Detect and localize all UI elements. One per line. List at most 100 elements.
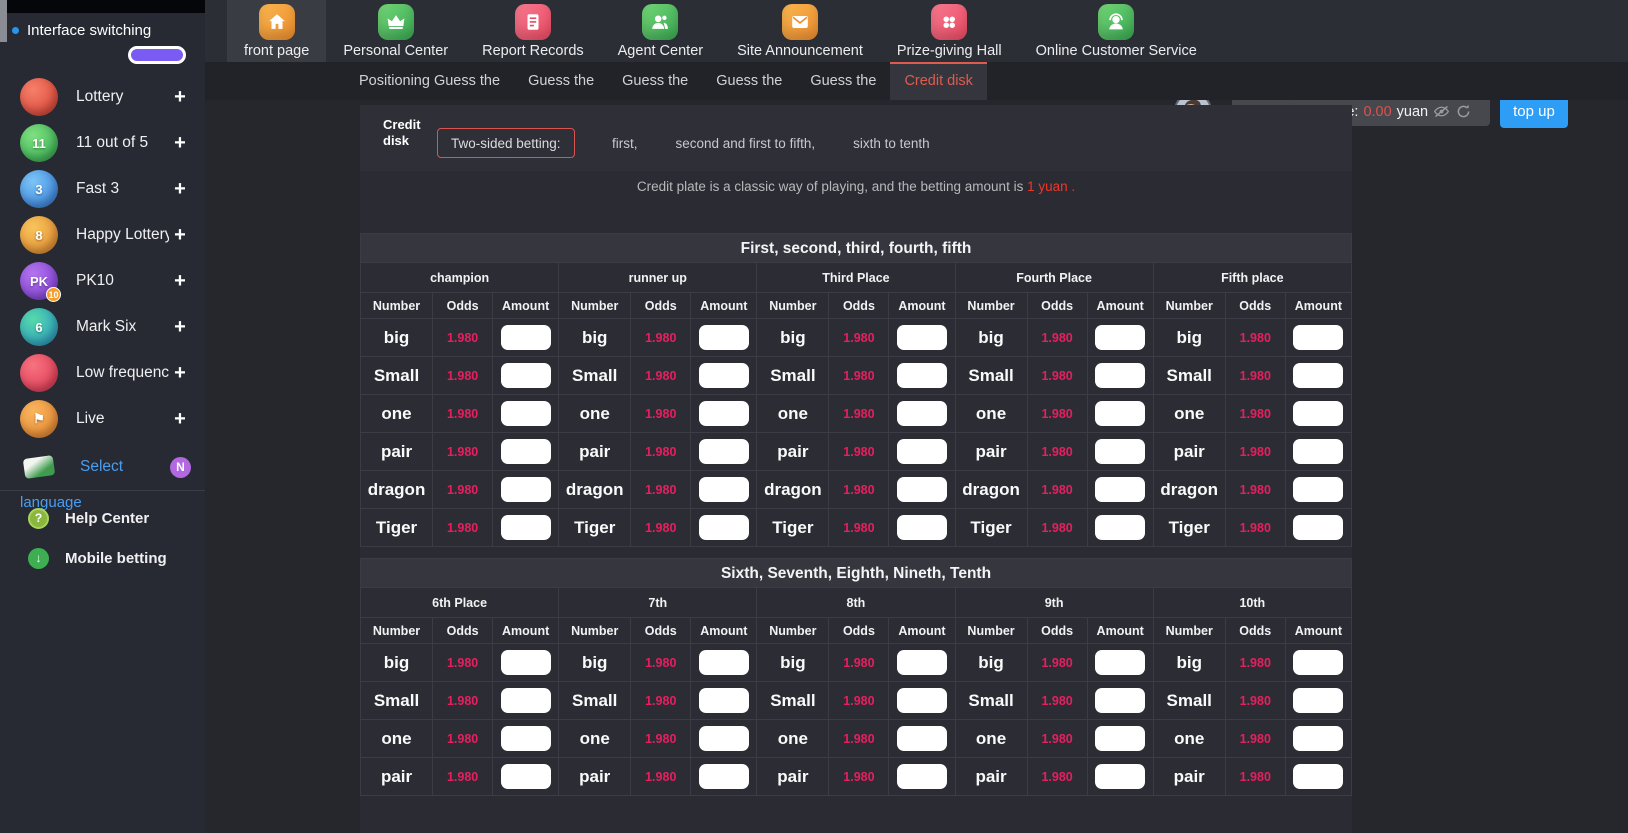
amount-input[interactable] xyxy=(1095,401,1145,426)
bet-number-runner-up-tiger[interactable]: Tiger xyxy=(559,509,631,547)
bet-number-6th-place-big[interactable]: big xyxy=(361,644,433,682)
amount-input[interactable] xyxy=(699,726,749,751)
amount-input[interactable] xyxy=(897,726,947,751)
bet-number-8th-small[interactable]: Small xyxy=(757,682,829,720)
amount-input[interactable] xyxy=(501,439,551,464)
plus-icon[interactable]: + xyxy=(169,178,191,201)
bet-option-second-and-first-to-fifth[interactable]: second and first to fifth, xyxy=(676,136,816,151)
subnav-tab-credit-disk-5[interactable]: Credit disk xyxy=(890,62,987,100)
bet-number-10th-pair[interactable]: pair xyxy=(1153,758,1225,796)
sidebar-item-low-frequency[interactable]: Low frequency+ xyxy=(0,350,205,396)
bet-number-9th-one[interactable]: one xyxy=(955,720,1027,758)
plus-icon[interactable]: + xyxy=(169,408,191,431)
amount-input[interactable] xyxy=(1293,401,1343,426)
bet-number-fourth-place-pair[interactable]: pair xyxy=(955,433,1027,471)
amount-input[interactable] xyxy=(1293,650,1343,675)
amount-input[interactable] xyxy=(1095,363,1145,388)
subnav-tab-guess-the-1[interactable]: Guess the xyxy=(514,62,608,100)
amount-input[interactable] xyxy=(897,764,947,789)
bet-number-6th-place-one[interactable]: one xyxy=(361,720,433,758)
bet-number-fifth-place-tiger[interactable]: Tiger xyxy=(1153,509,1225,547)
amount-input[interactable] xyxy=(897,363,947,388)
amount-input[interactable] xyxy=(501,688,551,713)
amount-input[interactable] xyxy=(501,726,551,751)
amount-input[interactable] xyxy=(501,650,551,675)
bet-option-first[interactable]: first, xyxy=(612,136,638,151)
sidebar-item-live[interactable]: ⚑Live+ xyxy=(0,396,205,442)
bet-number-runner-up-pair[interactable]: pair xyxy=(559,433,631,471)
amount-input[interactable] xyxy=(1095,325,1145,350)
bet-number-10th-big[interactable]: big xyxy=(1153,644,1225,682)
bet-number-8th-one[interactable]: one xyxy=(757,720,829,758)
bet-number-fourth-place-big[interactable]: big xyxy=(955,319,1027,357)
amount-input[interactable] xyxy=(1095,439,1145,464)
plus-icon[interactable]: + xyxy=(169,316,191,339)
nav-item-report-records[interactable]: Report Records xyxy=(465,0,601,62)
interface-toggle[interactable] xyxy=(128,46,186,64)
bet-number-8th-big[interactable]: big xyxy=(757,644,829,682)
bet-number-9th-small[interactable]: Small xyxy=(955,682,1027,720)
sidebar-item-mark-six[interactable]: 6Mark Six+ xyxy=(0,304,205,350)
amount-input[interactable] xyxy=(1293,688,1343,713)
plus-icon[interactable]: + xyxy=(169,224,191,247)
amount-input[interactable] xyxy=(1293,515,1343,540)
amount-input[interactable] xyxy=(501,764,551,789)
sidebar-item-lottery[interactable]: Lottery+ xyxy=(0,74,205,120)
bet-number-runner-up-dragon[interactable]: dragon xyxy=(559,471,631,509)
bet-number-runner-up-small[interactable]: Small xyxy=(559,357,631,395)
subnav-tab-guess-the-4[interactable]: Guess the xyxy=(796,62,890,100)
amount-input[interactable] xyxy=(501,401,551,426)
nav-item-agent-center[interactable]: Agent Center xyxy=(601,0,720,62)
amount-input[interactable] xyxy=(1293,477,1343,502)
amount-input[interactable] xyxy=(897,650,947,675)
bet-number-7th-big[interactable]: big xyxy=(559,644,631,682)
amount-input[interactable] xyxy=(699,363,749,388)
plus-icon[interactable]: + xyxy=(169,132,191,155)
amount-input[interactable] xyxy=(699,439,749,464)
scrollbar-thumb[interactable] xyxy=(0,0,7,42)
bet-number-champion-big[interactable]: big xyxy=(361,319,433,357)
amount-input[interactable] xyxy=(1095,477,1145,502)
amount-input[interactable] xyxy=(897,325,947,350)
bet-number-6th-place-pair[interactable]: pair xyxy=(361,758,433,796)
bet-number-fourth-place-one[interactable]: one xyxy=(955,395,1027,433)
amount-input[interactable] xyxy=(897,401,947,426)
interface-switching[interactable]: Interface switching xyxy=(12,22,151,39)
bet-number-champion-dragon[interactable]: dragon xyxy=(361,471,433,509)
bet-number-champion-one[interactable]: one xyxy=(361,395,433,433)
bet-number-fifth-place-big[interactable]: big xyxy=(1153,319,1225,357)
nav-item-prize-giving-hall[interactable]: Prize-giving Hall xyxy=(880,0,1019,62)
subnav-tab-guess-the-3[interactable]: Guess the xyxy=(702,62,796,100)
amount-input[interactable] xyxy=(1293,764,1343,789)
bet-number-10th-small[interactable]: Small xyxy=(1153,682,1225,720)
sidebar-item-mobile-betting[interactable]: ↓ Mobile betting xyxy=(0,538,205,578)
two-sided-betting-button[interactable]: Two-sided betting: xyxy=(437,128,575,158)
bet-number-third-place-pair[interactable]: pair xyxy=(757,433,829,471)
refresh-icon[interactable] xyxy=(1455,103,1472,120)
amount-input[interactable] xyxy=(1095,650,1145,675)
bet-number-third-place-dragon[interactable]: dragon xyxy=(757,471,829,509)
amount-input[interactable] xyxy=(699,764,749,789)
nav-item-online-customer-service[interactable]: Online Customer Service xyxy=(1019,0,1214,62)
bet-number-8th-pair[interactable]: pair xyxy=(757,758,829,796)
nav-item-personal-center[interactable]: Personal Center xyxy=(326,0,465,62)
amount-input[interactable] xyxy=(1095,764,1145,789)
amount-input[interactable] xyxy=(699,515,749,540)
amount-input[interactable] xyxy=(897,439,947,464)
plus-icon[interactable]: + xyxy=(169,270,191,293)
subnav-tab-guess-the-2[interactable]: Guess the xyxy=(608,62,702,100)
bet-number-runner-up-one[interactable]: one xyxy=(559,395,631,433)
amount-input[interactable] xyxy=(897,688,947,713)
bet-number-fourth-place-tiger[interactable]: Tiger xyxy=(955,509,1027,547)
amount-input[interactable] xyxy=(897,515,947,540)
sidebar-item-help-center[interactable]: ? Help Center xyxy=(0,498,205,538)
amount-input[interactable] xyxy=(1293,726,1343,751)
amount-input[interactable] xyxy=(501,477,551,502)
bet-number-champion-small[interactable]: Small xyxy=(361,357,433,395)
amount-input[interactable] xyxy=(897,477,947,502)
amount-input[interactable] xyxy=(501,515,551,540)
bet-option-sixth-to-tenth[interactable]: sixth to tenth xyxy=(853,136,930,151)
nav-item-site-announcement[interactable]: Site Announcement xyxy=(720,0,880,62)
bet-number-third-place-small[interactable]: Small xyxy=(757,357,829,395)
bet-number-champion-pair[interactable]: pair xyxy=(361,433,433,471)
